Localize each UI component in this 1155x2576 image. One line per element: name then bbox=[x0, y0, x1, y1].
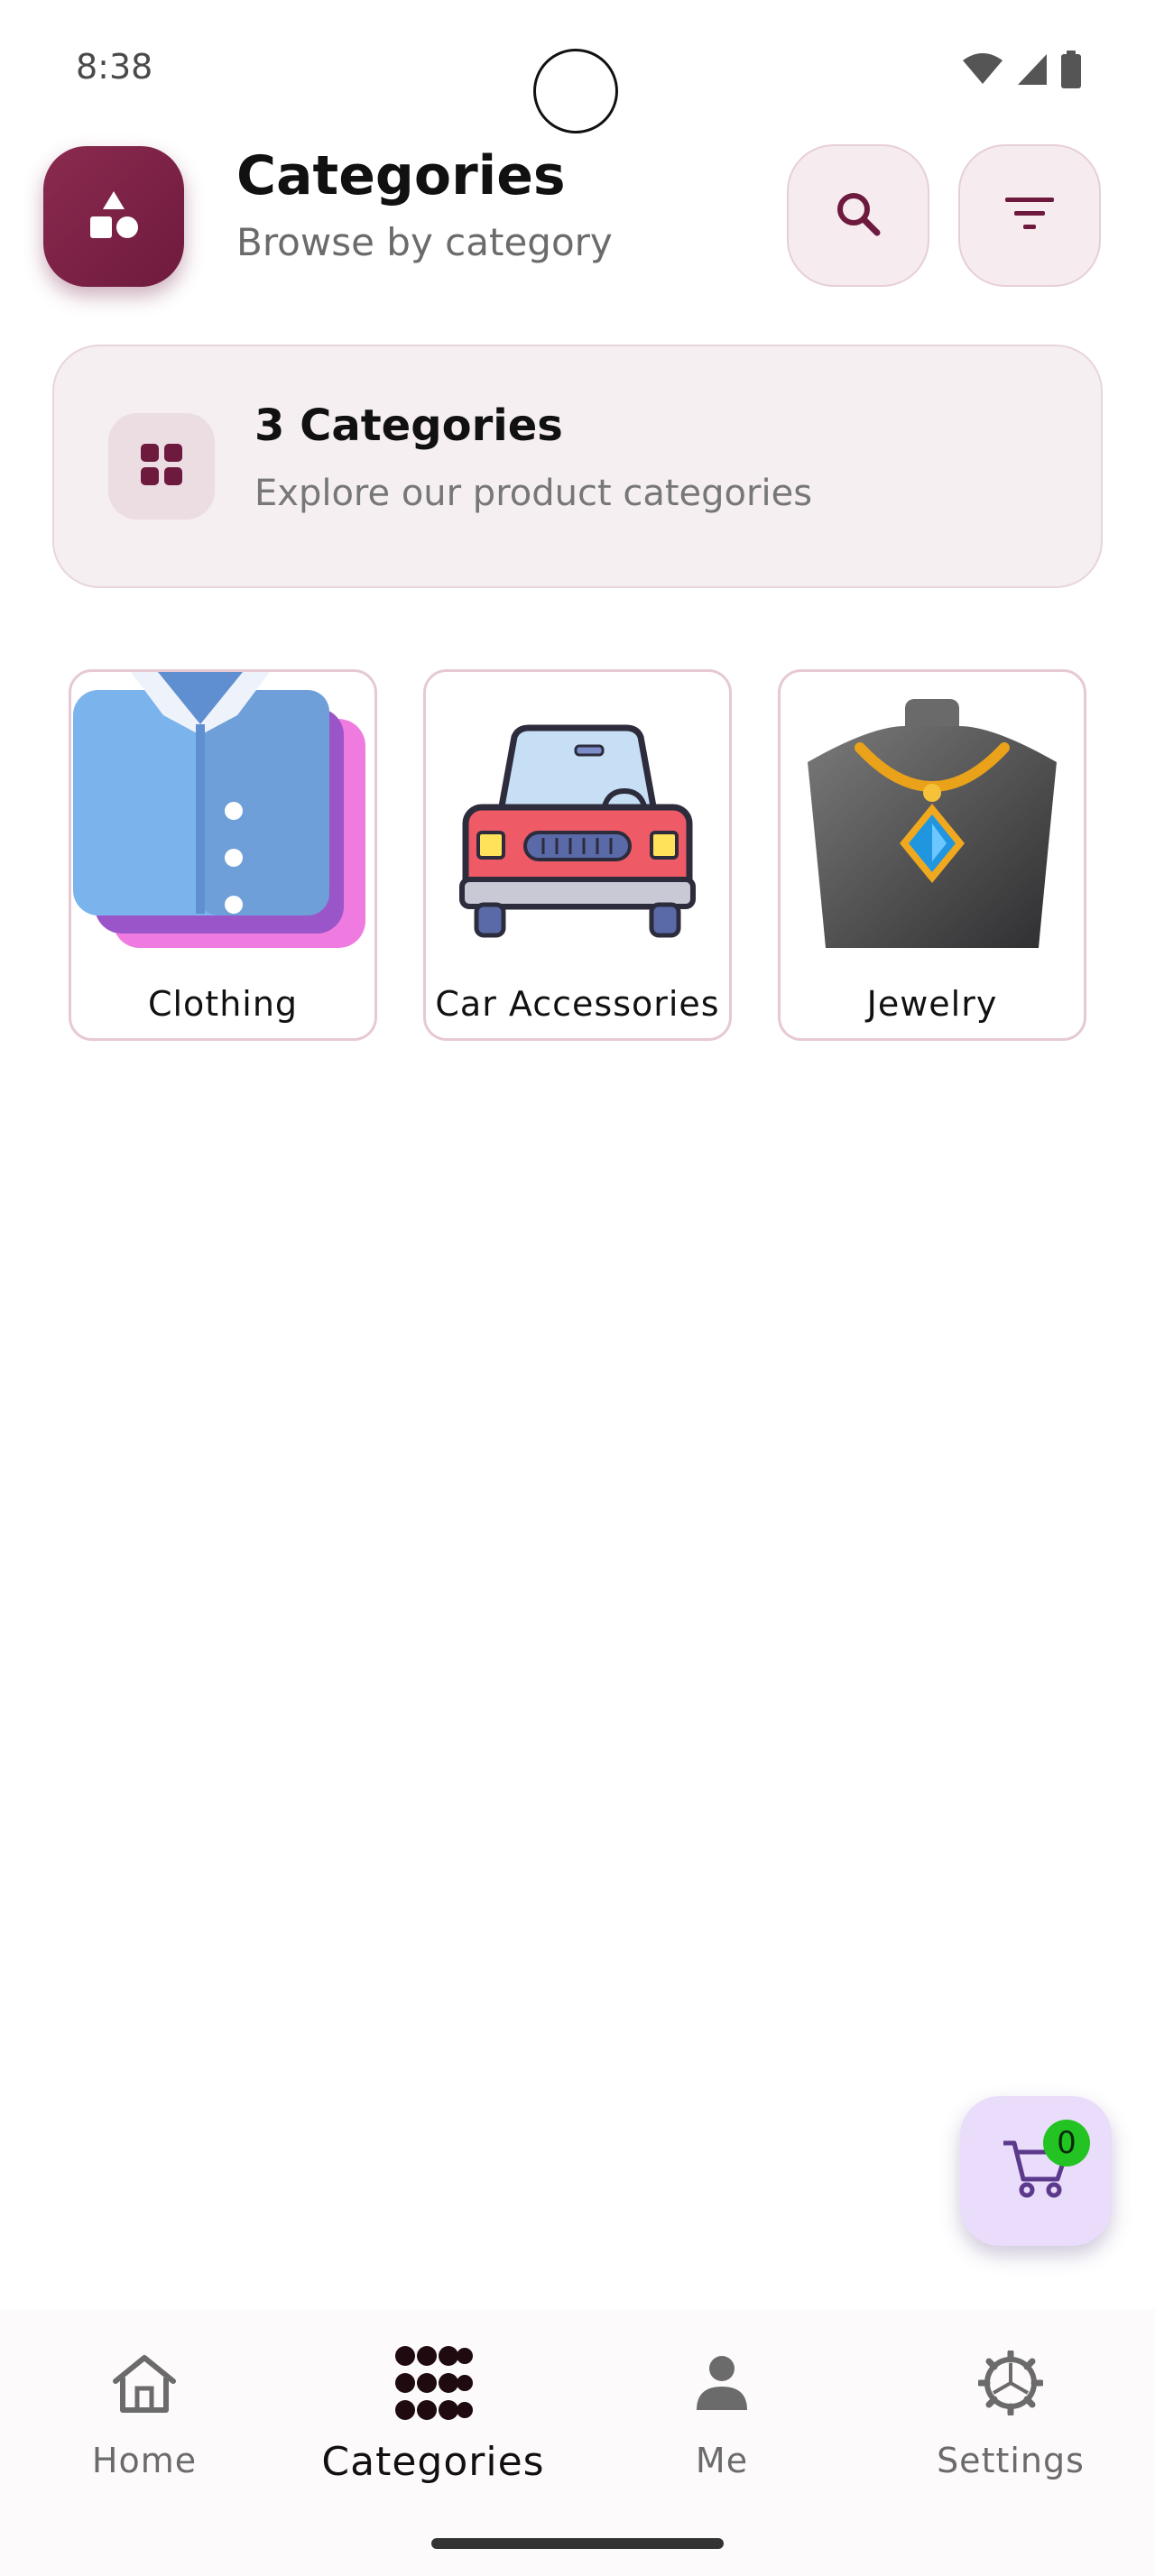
shapes-icon bbox=[85, 186, 143, 247]
nav-label-settings: Settings bbox=[937, 2441, 1085, 2480]
nav-item-settings[interactable]: Settings bbox=[893, 2341, 1128, 2480]
categories-screen: 8:38 Categories Browse by category 3 Cat… bbox=[0, 0, 1155, 2576]
car-illustration bbox=[459, 724, 696, 938]
summary-icon-box bbox=[108, 413, 215, 520]
category-label: Car Accessories bbox=[435, 984, 720, 1024]
grid-icon bbox=[139, 442, 184, 491]
cart-count-badge: 0 bbox=[1043, 2120, 1090, 2167]
status-icons bbox=[962, 51, 1081, 92]
category-tile-clothing[interactable]: Clothing bbox=[69, 669, 377, 1041]
cell-signal-icon bbox=[1016, 52, 1049, 90]
necklace-illustration bbox=[808, 699, 1057, 948]
nav-item-home[interactable]: Home bbox=[27, 2341, 262, 2480]
nav-label-me: Me bbox=[695, 2441, 749, 2480]
status-time: 8:38 bbox=[76, 47, 153, 87]
person-icon bbox=[695, 2354, 749, 2415]
category-tile-jewelry[interactable]: Jewelry bbox=[778, 669, 1086, 1041]
page-title: Categories bbox=[236, 144, 566, 207]
settings-icon bbox=[976, 2349, 1045, 2419]
category-tile-car-accessories[interactable]: Car Accessories bbox=[423, 669, 732, 1041]
search-icon bbox=[832, 188, 884, 244]
camera-cutout bbox=[533, 49, 618, 133]
home-indicator[interactable] bbox=[431, 2538, 724, 2549]
category-summary-card: 3 Categories Explore our product categor… bbox=[52, 345, 1103, 588]
nav-item-me[interactable]: Me bbox=[605, 2341, 839, 2480]
nav-item-categories[interactable]: Categories bbox=[316, 2341, 550, 2485]
bottom-navigation: Home Categories Me Settings bbox=[0, 2309, 1155, 2576]
categories-dots-icon bbox=[393, 2345, 474, 2424]
nav-label-home: Home bbox=[91, 2441, 198, 2480]
category-label: Clothing bbox=[147, 984, 299, 1024]
summary-subtitle: Explore our product categories bbox=[254, 473, 813, 514]
nav-label-categories: Categories bbox=[321, 2439, 545, 2485]
search-button[interactable] bbox=[787, 144, 929, 287]
page-subtitle: Browse by category bbox=[236, 220, 613, 264]
home-icon bbox=[110, 2352, 179, 2417]
filter-button[interactable] bbox=[958, 144, 1101, 287]
header-badge bbox=[43, 146, 184, 287]
filter-icon bbox=[1003, 196, 1056, 235]
cart-button[interactable]: 0 bbox=[960, 2096, 1112, 2246]
shirt-illustration bbox=[73, 672, 365, 948]
category-label: Jewelry bbox=[866, 984, 998, 1024]
wifi-icon bbox=[962, 53, 1003, 89]
summary-title: 3 Categories bbox=[254, 400, 563, 451]
battery-icon bbox=[1061, 51, 1081, 92]
